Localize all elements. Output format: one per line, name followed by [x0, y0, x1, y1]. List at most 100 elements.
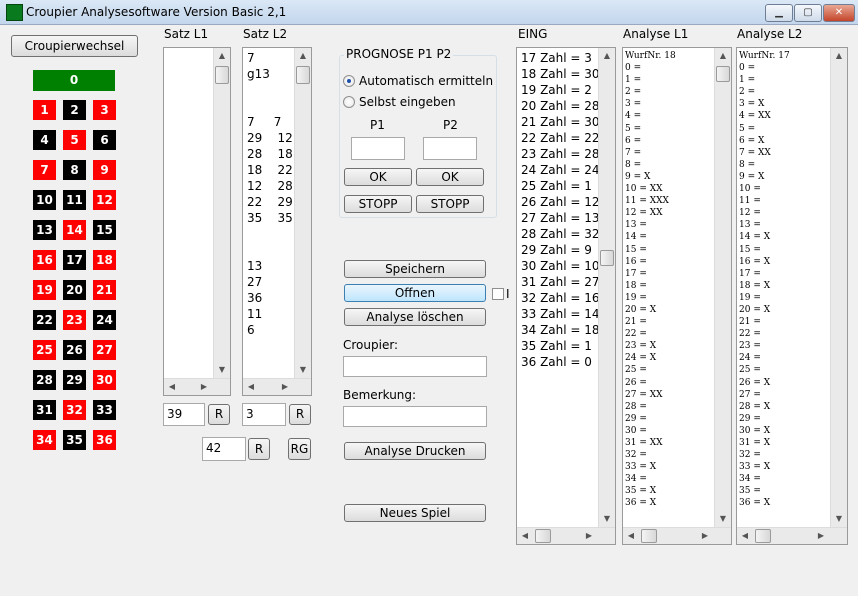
list-item[interactable]: 22 29: [247, 194, 293, 210]
new-game-button[interactable]: Neues Spiel: [344, 504, 486, 522]
list-item[interactable]: 27 =: [739, 389, 790, 401]
number-33[interactable]: 33: [93, 400, 116, 420]
satz-l2-count-field[interactable]: 3: [242, 403, 286, 426]
number-28[interactable]: 28: [33, 370, 56, 390]
list-item[interactable]: 29 Zahl = 9: [521, 242, 600, 258]
eing-hscroll[interactable]: ◀ ▶: [517, 527, 615, 544]
list-item[interactable]: [247, 98, 293, 114]
list-item[interactable]: WurfNr. 18: [625, 50, 676, 62]
list-item[interactable]: 30 =: [625, 425, 676, 437]
eing-vscroll[interactable]: ▲ ▼: [598, 48, 615, 527]
number-19[interactable]: 19: [33, 280, 56, 300]
list-item[interactable]: 13: [247, 258, 293, 274]
list-item[interactable]: 26 =: [625, 377, 676, 389]
list-item[interactable]: 11 =: [739, 195, 790, 207]
scroll-left-icon[interactable]: ◀: [243, 379, 259, 395]
scroll-right-icon[interactable]: ▶: [813, 528, 829, 544]
list-item[interactable]: 6: [247, 322, 293, 338]
list-item[interactable]: 30 Zahl = 10: [521, 258, 600, 274]
analyse-l1-vscroll[interactable]: ▲ ▼: [714, 48, 731, 527]
list-item[interactable]: 28 18: [247, 146, 293, 162]
list-item[interactable]: 3 = X: [739, 98, 790, 110]
number-18[interactable]: 18: [93, 250, 116, 270]
list-item[interactable]: [247, 226, 293, 242]
scroll-left-icon[interactable]: ◀: [164, 379, 180, 395]
list-item[interactable]: 24 = X: [625, 352, 676, 364]
scroll-up-icon[interactable]: ▲: [295, 48, 311, 64]
list-item[interactable]: 33 = X: [625, 461, 676, 473]
scroll-thumb[interactable]: [600, 250, 614, 266]
list-item[interactable]: 21 Zahl = 30: [521, 114, 600, 130]
stopp-p2-button[interactable]: STOPP: [416, 195, 484, 213]
list-item[interactable]: 29 12: [247, 130, 293, 146]
scroll-down-icon[interactable]: ▼: [295, 362, 311, 378]
rg-button[interactable]: RG: [288, 438, 311, 460]
list-item[interactable]: 15 =: [625, 244, 676, 256]
scroll-up-icon[interactable]: ▲: [715, 48, 731, 64]
scroll-left-icon[interactable]: ◀: [517, 528, 533, 544]
satz-l2-r-button[interactable]: R: [289, 404, 311, 425]
list-item[interactable]: 24 =: [739, 352, 790, 364]
list-item[interactable]: 33 Zahl = 14: [521, 306, 600, 322]
list-item[interactable]: 8 =: [625, 159, 676, 171]
list-item[interactable]: 21 =: [739, 316, 790, 328]
list-item[interactable]: 17 Zahl = 3: [521, 50, 600, 66]
scroll-right-icon[interactable]: ▶: [697, 528, 713, 544]
number-36[interactable]: 36: [93, 430, 116, 450]
scroll-thumb[interactable]: [716, 66, 730, 82]
satz-l1-count-field[interactable]: 39: [163, 403, 205, 426]
ok-p2-button[interactable]: OK: [416, 168, 484, 186]
satz-l2-vscroll[interactable]: ▲ ▼: [294, 48, 311, 378]
scroll-thumb[interactable]: [755, 529, 771, 543]
analyse-l1-list[interactable]: WurfNr. 18 0 = 1 = 2 = 3 = 4 = 5 = 6 = 7 = 8 = 9 =…: [622, 47, 732, 545]
list-item[interactable]: 16 =: [625, 256, 676, 268]
number-10[interactable]: 10: [33, 190, 56, 210]
list-item[interactable]: 25 =: [739, 364, 790, 376]
p1-input[interactable]: [351, 137, 405, 160]
list-item[interactable]: 34 Zahl = 18: [521, 322, 600, 338]
manual-radio[interactable]: [343, 96, 355, 108]
list-item[interactable]: 7: [247, 50, 293, 66]
scroll-up-icon[interactable]: ▲: [214, 48, 230, 64]
number-34[interactable]: 34: [33, 430, 56, 450]
list-item[interactable]: [247, 82, 293, 98]
list-item[interactable]: 35 35: [247, 210, 293, 226]
scroll-left-icon[interactable]: ◀: [623, 528, 639, 544]
number-16[interactable]: 16: [33, 250, 56, 270]
list-item[interactable]: 12 = XX: [625, 207, 676, 219]
list-item[interactable]: 36 = X: [739, 497, 790, 509]
list-item[interactable]: 2 =: [625, 86, 676, 98]
list-item[interactable]: 26 = X: [739, 377, 790, 389]
number-23[interactable]: 23: [63, 310, 86, 330]
satz-l1-list[interactable]: ▲ ▼ ◀ ▶: [163, 47, 231, 396]
list-item[interactable]: 32 =: [625, 449, 676, 461]
list-item[interactable]: 20 = X: [625, 304, 676, 316]
list-item[interactable]: 20 Zahl = 28: [521, 98, 600, 114]
scroll-left-icon[interactable]: ◀: [737, 528, 753, 544]
list-item[interactable]: 25 Zahl = 1: [521, 178, 600, 194]
scroll-thumb[interactable]: [641, 529, 657, 543]
stopp-p1-button[interactable]: STOPP: [344, 195, 412, 213]
croupier-change-button[interactable]: Croupierwechsel: [11, 35, 138, 57]
list-item[interactable]: 29 =: [625, 413, 676, 425]
eing-list[interactable]: 17 Zahl = 3 18 Zahl = 30 19 Zahl = 2 20 Zah…: [516, 47, 616, 545]
list-item[interactable]: 20 = X: [739, 304, 790, 316]
list-item[interactable]: 25 =: [625, 364, 676, 376]
number-20[interactable]: 20: [63, 280, 86, 300]
ok-p1-button[interactable]: OK: [344, 168, 412, 186]
list-item[interactable]: 4 = XX: [739, 110, 790, 122]
number-4[interactable]: 4: [33, 130, 56, 150]
number-17[interactable]: 17: [63, 250, 86, 270]
list-item[interactable]: 18 = X: [739, 280, 790, 292]
list-item[interactable]: 9 = X: [739, 171, 790, 183]
list-item[interactable]: 33 = X: [739, 461, 790, 473]
list-item[interactable]: 22 =: [625, 328, 676, 340]
list-item[interactable]: 12 =: [739, 207, 790, 219]
list-item[interactable]: [247, 242, 293, 258]
list-item[interactable]: 9 = X: [625, 171, 676, 183]
list-item[interactable]: 8 =: [739, 159, 790, 171]
number-9[interactable]: 9: [93, 160, 116, 180]
list-item[interactable]: 14 = X: [739, 231, 790, 243]
number-12[interactable]: 12: [93, 190, 116, 210]
list-item[interactable]: 30 = X: [739, 425, 790, 437]
